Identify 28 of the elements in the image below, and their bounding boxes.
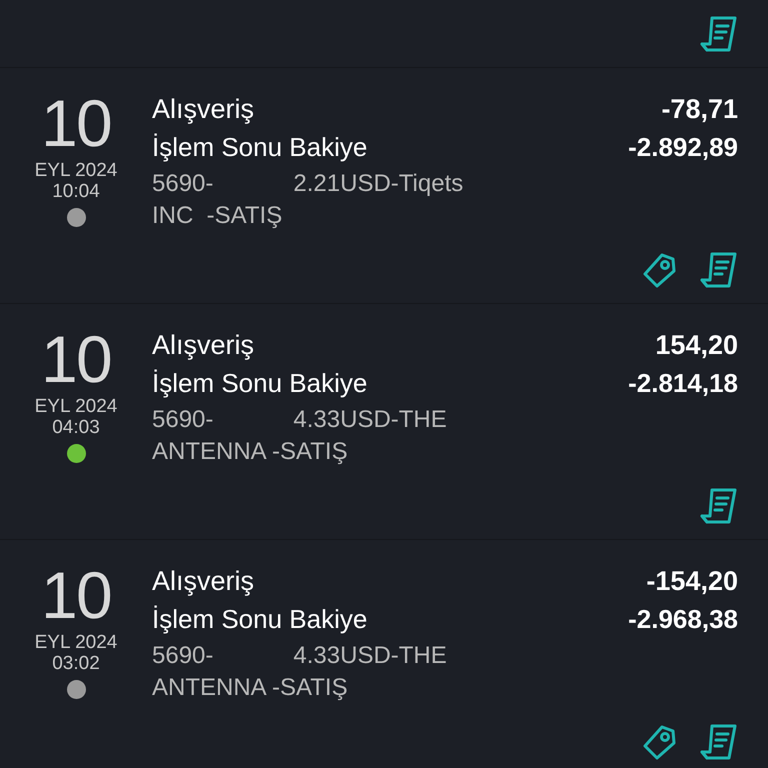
balance-amount: -2.892,89 <box>628 131 738 164</box>
balance-label: İşlem Sonu Bakiye <box>152 603 368 636</box>
transaction-description: 5690- 4.33USD-THE ANTENNA -SATIŞ <box>152 405 448 467</box>
transaction-time: 04:03 <box>52 417 100 438</box>
transaction-amount: -78,71 <box>661 93 738 126</box>
transaction-time: 03:02 <box>52 653 100 674</box>
transaction-title: Alışveriş <box>152 565 256 598</box>
date-day: 10 <box>40 562 112 628</box>
date-day: 10 <box>40 90 112 156</box>
transaction-description: 5690- 2.21USD-Tiqets INC -SATIŞ <box>152 169 464 231</box>
date-month-year: EYL 2024 <box>34 396 118 417</box>
balance-label: İşlem Sonu Bakiye <box>152 131 368 164</box>
receipt-icon[interactable] <box>698 723 738 761</box>
balance-label: İşlem Sonu Bakiye <box>152 367 368 400</box>
transaction-amount: -154,20 <box>646 565 738 598</box>
date-day: 10 <box>40 326 112 392</box>
date-month-year: EYL 2024 <box>34 632 118 653</box>
balance-amount: -2.814,18 <box>628 367 738 400</box>
receipt-icon[interactable] <box>698 487 738 525</box>
receipt-icon[interactable] <box>698 251 738 289</box>
transaction-amount: 154,20 <box>655 329 738 362</box>
transaction-description: 5690- 4.33USD-THE ANTENNA -SATIŞ <box>152 641 448 703</box>
date-month-year: EYL 2024 <box>34 160 118 181</box>
transaction-title: Alışveriş <box>152 93 256 126</box>
receipt-icon[interactable] <box>698 15 738 53</box>
balance-amount: -2.968,38 <box>628 603 738 636</box>
transaction-time: 10:04 <box>52 181 100 202</box>
transaction-title: Alışveriş <box>152 329 256 362</box>
